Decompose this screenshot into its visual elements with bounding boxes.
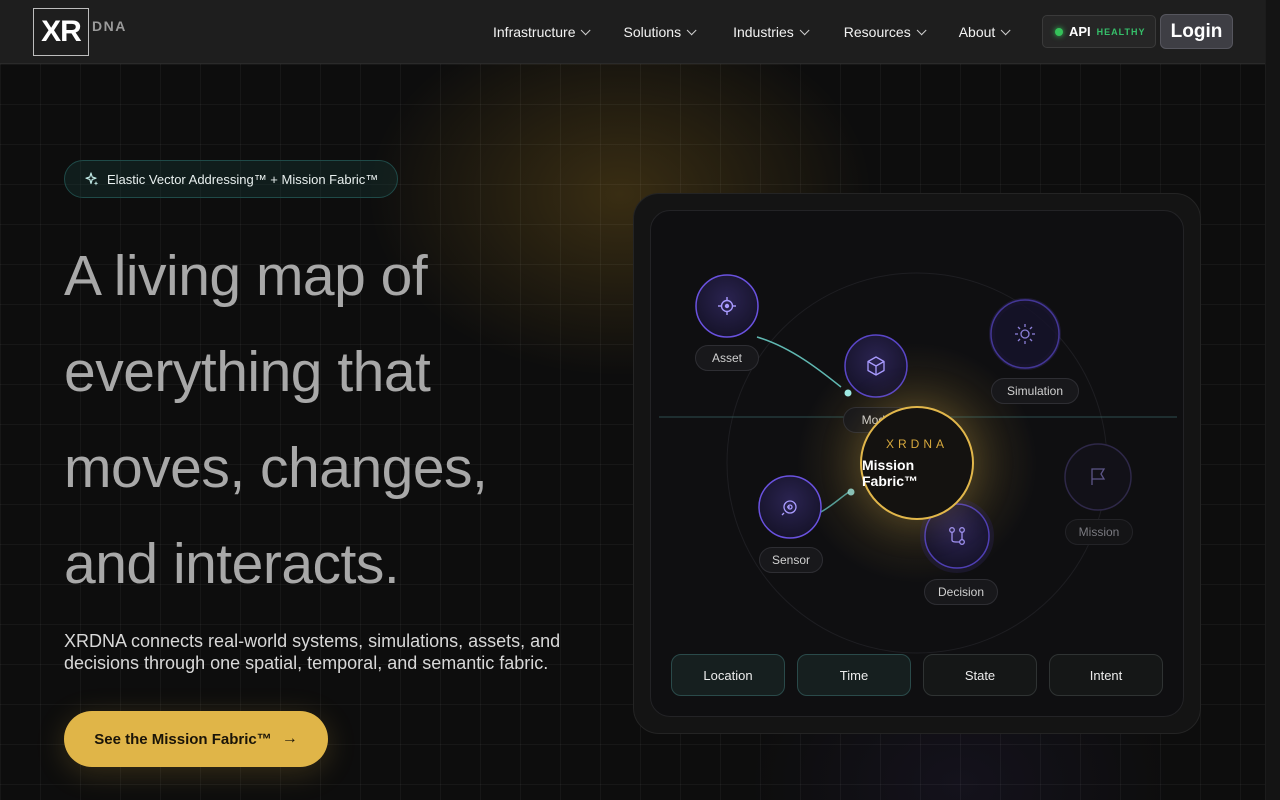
- see-mission-fabric-button[interactable]: See the Mission Fabric™ →: [64, 711, 328, 767]
- signal-dot: [844, 389, 852, 397]
- hero-subtitle: XRDNA connects real-world systems, simul…: [64, 631, 561, 673]
- nav-label: Infrastructure: [493, 24, 576, 40]
- chevron-down-icon: [799, 24, 810, 35]
- logo-suffix: DNA: [92, 18, 127, 34]
- status-dot-icon: [1055, 27, 1063, 36]
- logo[interactable]: XR DNA: [33, 8, 127, 56]
- mission-fabric-hub[interactable]: XRDNA Mission Fabric™: [860, 406, 974, 520]
- nav-item-solutions[interactable]: Solutions: [623, 24, 697, 40]
- sparkle-icon: [85, 172, 99, 186]
- connection-line: [756, 336, 842, 388]
- nav-label: Solutions: [623, 24, 682, 40]
- decision-node-label: Decision: [924, 579, 998, 605]
- hero-title-line: moves, changes,: [64, 436, 488, 500]
- nav-item-about[interactable]: About: [958, 24, 1011, 40]
- chevron-down-icon: [581, 24, 592, 35]
- chevron-down-icon: [686, 24, 697, 35]
- chevron-down-icon: [916, 24, 927, 35]
- nav-item-resources[interactable]: Resources: [843, 24, 927, 40]
- nav-label: Industries: [733, 24, 794, 40]
- simulation-node[interactable]: [990, 299, 1060, 369]
- hero-title: A living map of everything that moves, c…: [64, 228, 604, 612]
- nav-label: Resources: [843, 24, 911, 40]
- scrollbar[interactable]: [1265, 0, 1280, 800]
- chevron-down-icon: [1000, 24, 1011, 35]
- api-label: API: [1069, 24, 1091, 39]
- mission-node[interactable]: [1064, 443, 1132, 511]
- api-status-badge[interactable]: API HEALTHY: [1042, 15, 1156, 48]
- pill-text: Elastic Vector Addressing™ + Mission Fab…: [107, 171, 379, 187]
- simulation-node-label: Simulation: [991, 378, 1079, 404]
- cta-label: See the Mission Fabric™: [94, 730, 272, 748]
- signal-dot: [847, 488, 855, 496]
- nav-item-industries[interactable]: Industries: [733, 24, 810, 40]
- top-navigation-bar: XR DNA Infrastructure Solutions Industri…: [0, 0, 1265, 64]
- hub-title: Mission Fabric™: [862, 457, 919, 489]
- hub-brand: XRDNA: [885, 437, 948, 451]
- mission-fabric-panel: Asset Model Simulation Sensor Decision M…: [650, 210, 1184, 717]
- dimension-intent-button[interactable]: Intent: [1049, 654, 1163, 696]
- nav-item-infrastructure[interactable]: Infrastructure: [493, 24, 592, 40]
- login-button[interactable]: Login: [1160, 14, 1233, 49]
- feature-pill: Elastic Vector Addressing™ + Mission Fab…: [64, 160, 398, 198]
- mission-node-label: Mission: [1065, 519, 1133, 545]
- hero-title-line: A living map of: [64, 244, 428, 308]
- sensor-node-label: Sensor: [759, 547, 823, 573]
- arrow-right-icon: →: [281, 730, 298, 747]
- hero-title-line: and interacts.: [64, 532, 400, 596]
- dimension-buttons: Location Time State Intent: [671, 654, 1175, 696]
- asset-node-label: Asset: [695, 345, 759, 371]
- dimension-state-button[interactable]: State: [923, 654, 1037, 696]
- hero-title-line: everything that: [64, 340, 431, 404]
- main-nav: Infrastructure Solutions Industries Reso…: [493, 0, 1043, 64]
- dimension-location-button[interactable]: Location: [671, 654, 785, 696]
- api-status-text: HEALTHY: [1096, 26, 1146, 37]
- dimension-time-button[interactable]: Time: [797, 654, 911, 696]
- logo-mark: XR: [33, 8, 89, 56]
- nav-label: About: [958, 24, 996, 40]
